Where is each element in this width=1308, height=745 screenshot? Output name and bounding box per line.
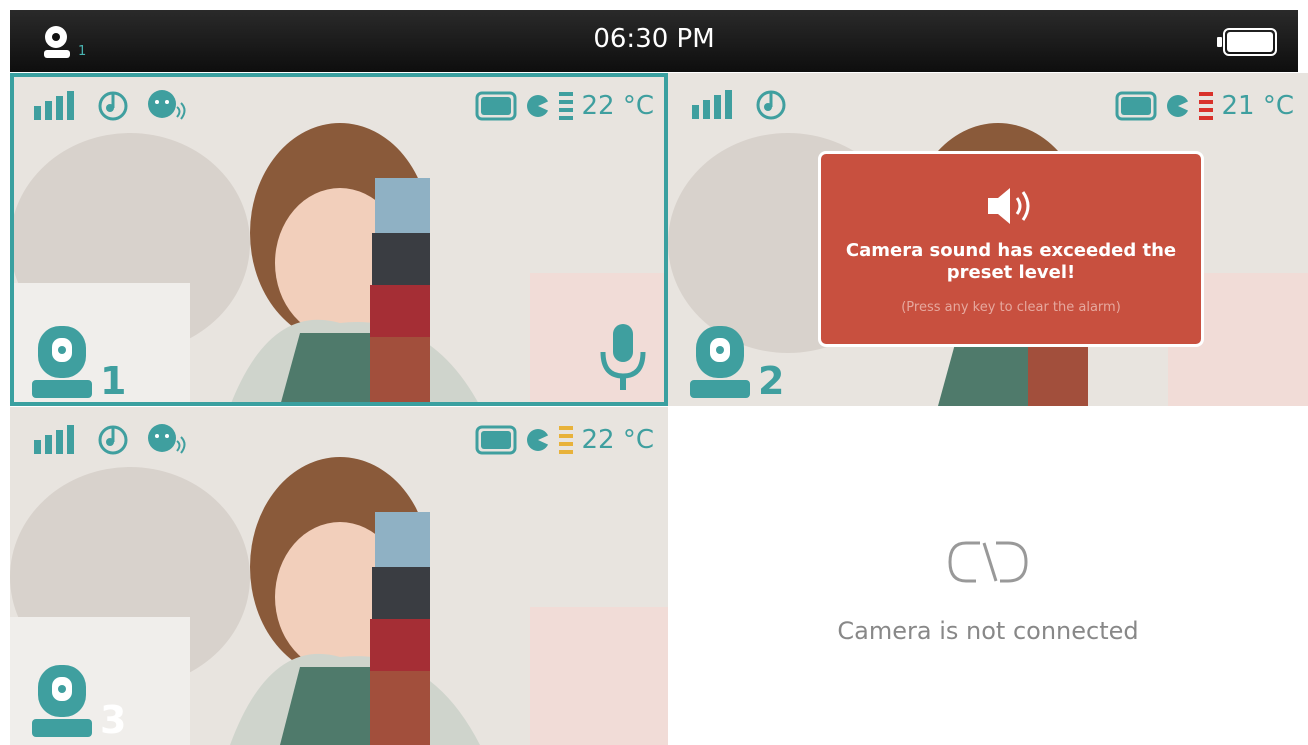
camera-number: 3 — [100, 698, 127, 742]
microphone-icon[interactable] — [598, 322, 648, 392]
signal-strength-icon — [34, 425, 74, 454]
camera-view-3[interactable]: 22 °C 3 — [10, 407, 668, 745]
camera-battery-icon — [1115, 91, 1157, 121]
alarm-hint: (Press any key to clear the alarm) — [901, 300, 1121, 315]
temperature-level-icon — [559, 426, 574, 454]
alarm-message: Camera sound has exceeded the preset lev… — [845, 240, 1177, 283]
camera-icon — [690, 326, 750, 398]
baby-face-icon — [148, 90, 186, 120]
battery-full-icon — [1217, 28, 1277, 56]
camera-view-4[interactable]: Camera is not connected — [668, 407, 1308, 745]
thermometer-face-icon — [527, 95, 550, 117]
music-note-icon — [98, 425, 128, 455]
temperature-level-icon — [1199, 92, 1214, 120]
camera-icon — [32, 665, 92, 737]
temperature-readout: 21 °C — [1221, 91, 1294, 121]
thermometer-face-icon — [1167, 95, 1190, 117]
not-connected-message: Camera is not connected — [837, 617, 1139, 645]
sound-alarm-dialog[interactable]: Camera sound has exceeded the preset lev… — [818, 151, 1204, 347]
camera-icon — [32, 326, 92, 398]
baby-face-icon — [148, 424, 186, 454]
speaker-icon — [988, 188, 1030, 224]
camera-view-1[interactable]: 22 °C 1 — [10, 73, 668, 406]
clock: 06:30 PM — [593, 24, 715, 54]
camera-number: 1 — [100, 359, 127, 403]
temperature-level-icon — [559, 92, 574, 120]
music-note-icon — [756, 90, 786, 120]
temperature-readout: 22 °C — [581, 91, 654, 121]
camera-battery-icon — [475, 425, 517, 455]
camera-view-2[interactable]: 21 °C 2 Camera sound has exceeded the pr… — [668, 73, 1308, 406]
music-note-icon — [98, 91, 128, 121]
status-bar: 1 06:30 PM — [10, 10, 1298, 72]
thermometer-face-icon — [527, 429, 550, 451]
signal-strength-icon — [34, 91, 74, 120]
temperature-readout: 22 °C — [581, 425, 654, 455]
signal-strength-icon — [692, 90, 732, 119]
camera-number: 2 — [758, 359, 785, 403]
camera-battery-icon — [475, 91, 517, 121]
disconnected-link-icon — [948, 541, 1028, 583]
